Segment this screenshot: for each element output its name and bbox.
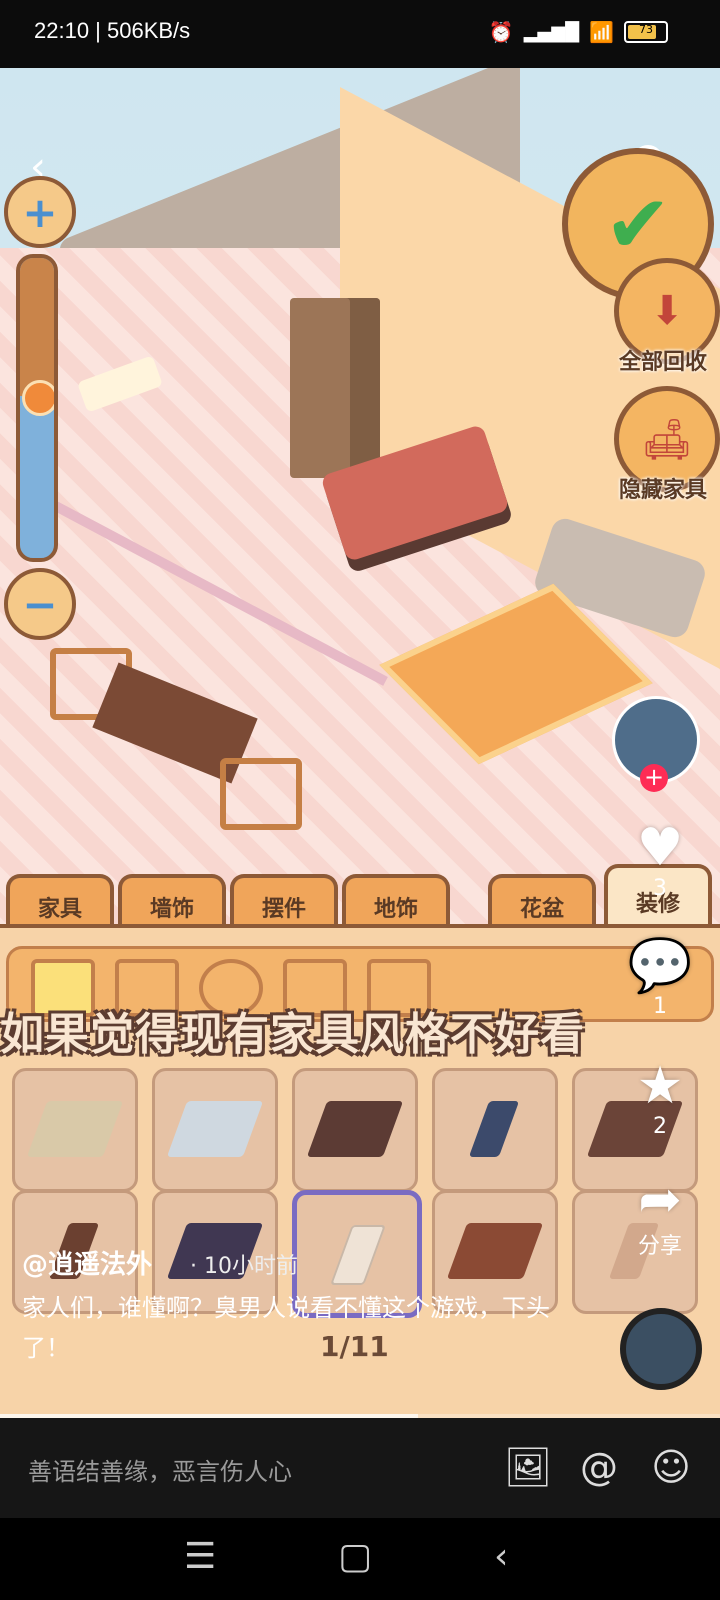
sofa-icon: 🛋: [641, 416, 693, 463]
chair[interactable]: [220, 758, 302, 830]
comment-input[interactable]: 善语结善缘，恶言伤人心: [28, 1452, 292, 1487]
back-icon[interactable]: ‹: [494, 1536, 508, 1577]
page-indicator: 1/11: [320, 1330, 389, 1363]
video-subtitle: 如果觉得现有家具风格不好看: [0, 1009, 585, 1060]
star-icon: ★: [636, 1056, 684, 1116]
share-button[interactable]: ➦ 分享: [620, 1172, 700, 1260]
comment-bubble-icon: 💬: [627, 936, 693, 996]
heart-icon: ♥: [636, 818, 684, 878]
video-description[interactable]: 家人们，谁懂啊？臭男人说看不懂这个游戏，下头了！: [22, 1288, 582, 1368]
alarm-icon: ⏰: [488, 20, 514, 44]
favorite-count: 2: [653, 1114, 667, 1139]
post-time: · 10小时前: [190, 1254, 298, 1279]
emoji-icon[interactable]: ☺: [648, 1444, 694, 1490]
check-icon: ✔: [604, 177, 672, 271]
zoom-in-button[interactable]: +: [4, 176, 76, 248]
like-button[interactable]: ♥ 3: [620, 820, 700, 901]
status-bar: 22:10 | 506KB/s ⏰ ▂▄▆█ 📶 73: [0, 0, 720, 68]
follow-plus-icon[interactable]: +: [640, 764, 668, 792]
zoom-slider-knob[interactable]: [22, 380, 54, 416]
video-content[interactable]: ‹ + − ✔ ⬇ 全部回收 🛋 隐藏家具 家具 墙饰 摆件 地饰 花盆 装修 …: [0, 68, 720, 1418]
item-tile[interactable]: [152, 1068, 278, 1192]
comment-bar: 善语结善缘，恶言伤人心 🖼 @ ☺: [0, 1418, 720, 1518]
at-mention-icon[interactable]: @: [576, 1444, 622, 1490]
recycle-all-label: 全部回收: [618, 350, 707, 375]
status-icons: ⏰ ▂▄▆█ 📶 73: [489, 20, 668, 44]
home-icon[interactable]: ▢: [338, 1536, 372, 1577]
music-disc[interactable]: [620, 1308, 702, 1390]
item-tile[interactable]: [12, 1068, 138, 1192]
wifi-icon: 📶: [589, 20, 614, 44]
zoom-out-button[interactable]: −: [4, 568, 76, 640]
menu-icon[interactable]: ☰: [184, 1536, 216, 1577]
system-nav-bar: ☰ ▢ ‹: [0, 1518, 720, 1600]
item-tile[interactable]: [432, 1068, 558, 1192]
author-name[interactable]: @逍遥法外: [22, 1244, 152, 1281]
item-tile[interactable]: [292, 1068, 418, 1192]
zoom-slider[interactable]: [16, 254, 58, 562]
share-label: 分享: [637, 1234, 682, 1259]
battery-icon: 73: [624, 21, 668, 43]
status-time: 22:10 | 506KB/s: [34, 18, 191, 43]
image-icon[interactable]: 🖼: [504, 1444, 552, 1490]
share-arrow-icon: ➦: [638, 1170, 682, 1230]
favorite-button[interactable]: ★ 2: [620, 1058, 700, 1139]
wardrobe[interactable]: [290, 298, 380, 478]
battery-level: 73: [639, 23, 653, 36]
download-box-icon: ⬇: [650, 288, 684, 334]
signal-icon: ▂▄▆█: [523, 21, 580, 43]
like-count: 3: [653, 876, 667, 901]
comment-count: 1: [653, 994, 667, 1019]
hide-furniture-label: 隐藏家具: [618, 478, 707, 503]
comment-button[interactable]: 💬 1: [620, 938, 700, 1019]
